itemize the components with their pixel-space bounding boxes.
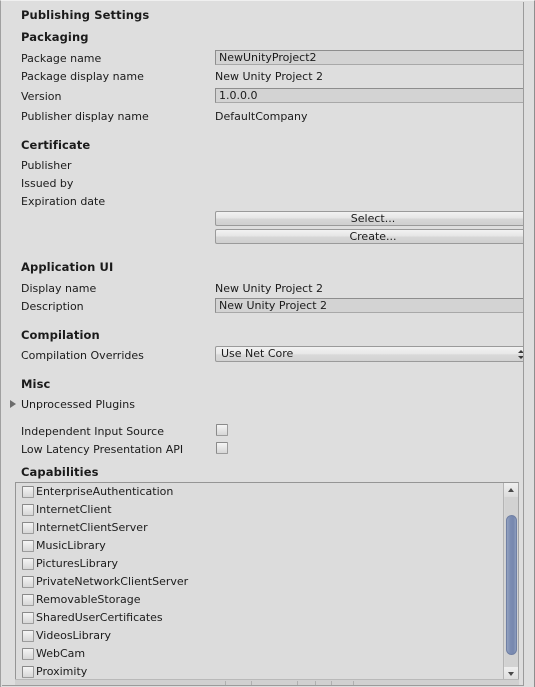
capabilities-list[interactable]: EnterpriseAuthentication InternetClient In… — [15, 482, 519, 682]
section-header-capabilities: Capabilities — [21, 465, 99, 479]
list-item[interactable]: InternetClientServer — [16, 519, 518, 537]
capability-label: SharedUserCertificates — [36, 611, 163, 624]
scrollbar-track[interactable] — [505, 497, 518, 667]
label-low-latency-presentation-api: Low Latency Presentation API — [21, 443, 184, 456]
label-expiration-date: Expiration date — [21, 195, 106, 208]
capability-label: VideosLibrary — [36, 629, 112, 642]
list-item[interactable]: EnterpriseAuthentication — [16, 483, 518, 501]
capability-label: WebCam — [36, 647, 86, 660]
triangle-down-icon — [508, 672, 514, 676]
capability-checkbox[interactable] — [22, 486, 34, 498]
scrollbar-thumb[interactable] — [506, 515, 517, 655]
list-item[interactable]: PicturesLibrary — [16, 555, 518, 573]
display-name-value: New Unity Project 2 — [215, 282, 324, 295]
label-display-name: Display name — [21, 282, 97, 295]
capability-checkbox[interactable] — [22, 612, 34, 624]
capability-label: InternetClient — [36, 503, 112, 516]
section-header-certificate: Certificate — [21, 138, 91, 152]
list-item[interactable]: InternetClient — [16, 501, 518, 519]
unprocessed-plugins-foldout-label[interactable]: Unprocessed Plugins — [21, 398, 135, 411]
capability-checkbox[interactable] — [22, 630, 34, 642]
package-name-input[interactable]: NewUnityProject2 — [215, 50, 523, 65]
capability-checkbox[interactable] — [22, 522, 34, 534]
capability-checkbox[interactable] — [22, 540, 34, 552]
independent-input-source-checkbox[interactable] — [216, 424, 228, 436]
label-publisher: Publisher — [21, 159, 72, 172]
list-item[interactable]: PrivateNetworkClientServer — [16, 573, 518, 591]
low-latency-presentation-api-checkbox[interactable] — [216, 442, 228, 454]
capability-label: MusicLibrary — [36, 539, 106, 552]
label-package-display-name: Package display name — [21, 70, 144, 83]
capability-checkbox[interactable] — [22, 648, 34, 660]
capability-checkbox[interactable] — [22, 666, 34, 678]
capability-checkbox[interactable] — [22, 594, 34, 606]
compilation-overrides-selected-value: Use Net Core — [221, 347, 294, 360]
capability-label: InternetClientServer — [36, 521, 148, 534]
label-description: Description — [21, 300, 84, 313]
package-display-name-value: New Unity Project 2 — [215, 70, 324, 83]
section-header-packaging: Packaging — [21, 30, 89, 44]
section-header-compilation: Compilation — [21, 328, 100, 342]
section-header-misc: Misc — [21, 377, 51, 391]
chevron-updown-icon — [518, 348, 523, 361]
description-input[interactable]: New Unity Project 2 — [215, 298, 523, 313]
capability-checkbox[interactable] — [22, 504, 34, 516]
version-input[interactable]: 1.0.0.0 — [215, 88, 523, 103]
capability-label: EnterpriseAuthentication — [36, 485, 174, 498]
label-independent-input-source: Independent Input Source — [21, 425, 164, 438]
label-issued-by: Issued by — [21, 177, 74, 190]
label-version: Version — [21, 90, 62, 103]
select-certificate-button[interactable]: Select... — [215, 211, 523, 226]
capability-checkbox[interactable] — [22, 558, 34, 570]
label-publisher-display-name: Publisher display name — [21, 110, 149, 123]
scroll-up-button[interactable] — [504, 483, 518, 497]
capability-label: PicturesLibrary — [36, 557, 119, 570]
compilation-overrides-dropdown[interactable]: Use Net Core — [215, 346, 523, 362]
create-certificate-button[interactable]: Create... — [215, 229, 523, 244]
label-package-name: Package name — [21, 52, 102, 65]
capability-label: RemovableStorage — [36, 593, 141, 606]
capability-label: PrivateNetworkClientServer — [36, 575, 189, 588]
list-item[interactable]: MusicLibrary — [16, 537, 518, 555]
triangle-up-icon — [508, 488, 514, 492]
chevron-right-icon[interactable] — [10, 400, 16, 408]
label-compilation-overrides: Compilation Overrides — [21, 349, 144, 362]
list-item[interactable]: RemovableStorage — [16, 591, 518, 609]
capability-checkbox[interactable] — [22, 576, 34, 588]
list-item[interactable]: VideosLibrary — [16, 627, 518, 645]
publisher-display-name-value: DefaultCompany — [215, 110, 308, 123]
section-header-application-ui: Application UI — [21, 260, 114, 274]
list-item[interactable]: SharedUserCertificates — [16, 609, 518, 627]
capabilities-scrollbar[interactable] — [503, 483, 518, 681]
bottom-chrome-strip — [15, 679, 519, 685]
publishing-settings-panel: Publishing Settings Packaging Package na… — [0, 0, 535, 687]
publishing-settings-inner: Publishing Settings Packaging Package na… — [2, 2, 524, 686]
page-title: Publishing Settings — [21, 8, 150, 22]
capabilities-rows: EnterpriseAuthentication InternetClient In… — [16, 483, 518, 681]
list-item[interactable]: WebCam — [16, 645, 518, 663]
